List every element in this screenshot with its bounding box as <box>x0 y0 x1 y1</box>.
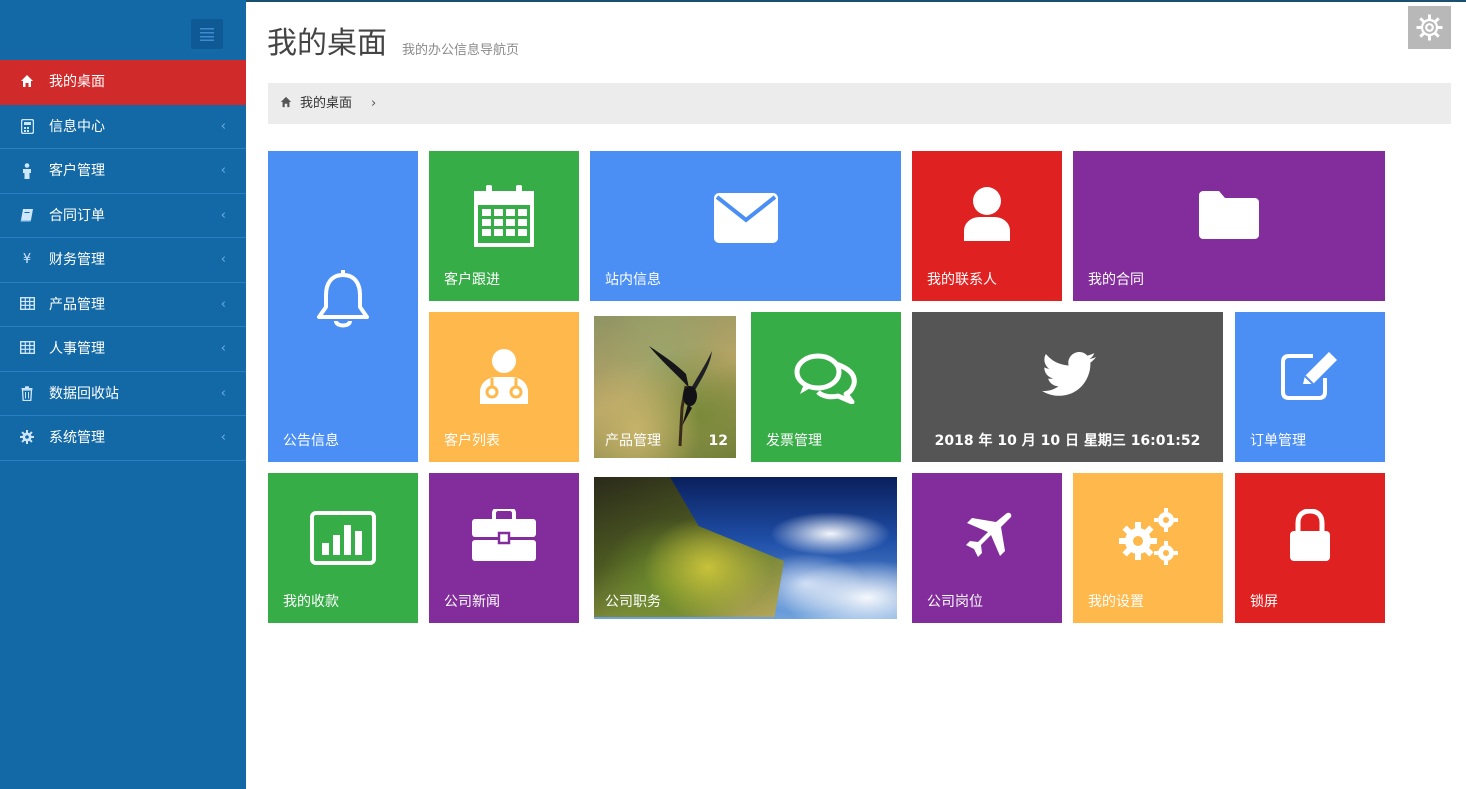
tile-customer-followup[interactable]: 客户跟进 <box>429 151 579 301</box>
sidebar-item-finance[interactable]: ¥ 财务管理 ‹ <box>0 238 246 283</box>
sidebar-item-customers[interactable]: 客户管理 ‹ <box>0 149 246 194</box>
sidebar-item-label: 客户管理 <box>49 163 105 179</box>
plane-icon <box>966 512 1012 557</box>
table-icon <box>19 340 36 357</box>
tile-label: 公司岗位 <box>927 594 983 610</box>
calendar-icon <box>474 185 534 247</box>
tile-company-news[interactable]: 公司新闻 <box>429 473 579 623</box>
bell-icon <box>317 270 369 328</box>
sidebar-toggle-button[interactable] <box>191 19 223 49</box>
tile-label: 我的设置 <box>1088 594 1144 610</box>
sidebar-item-label: 合同订单 <box>49 207 105 224</box>
sidebar-item-label: 财务管理 <box>49 252 105 268</box>
home-icon <box>20 74 34 90</box>
tile-order-mgmt[interactable]: 订单管理 <box>1235 312 1385 462</box>
briefcase-icon <box>472 509 536 561</box>
sidebar-item-label: 信息中心 <box>49 118 105 135</box>
datetime-text: 2018 年 10 月 10 日 星期三 16:01:52 <box>934 433 1201 449</box>
gear-icon <box>20 430 34 446</box>
breadcrumb-separator: › <box>371 96 377 111</box>
tile-product-mgmt[interactable]: 产品管理 12 <box>590 312 740 462</box>
tile-contracts[interactable]: 我的合同 <box>1073 151 1385 301</box>
tile-payments[interactable]: 我的收款 <box>268 473 418 623</box>
sidebar-item-hr[interactable]: 人事管理 ‹ <box>0 327 246 372</box>
chevron-left-icon: ‹ <box>220 118 226 134</box>
lock-icon <box>1290 509 1330 561</box>
tile-contacts[interactable]: 我的联系人 <box>912 151 1062 301</box>
calculator-icon <box>20 118 34 135</box>
sidebar-item-info-center[interactable]: 信息中心 ‹ <box>0 105 246 149</box>
chevron-left-icon: ‹ <box>220 252 226 267</box>
tile-label: 公告信息 <box>283 433 339 449</box>
yen-icon: ¥ <box>22 252 32 267</box>
gears-icon <box>1119 508 1178 565</box>
tile-my-settings[interactable]: 我的设置 <box>1073 473 1223 623</box>
sidebar-item-system[interactable]: 系统管理 ‹ <box>0 416 246 461</box>
tile-label: 站内信息 <box>605 272 661 288</box>
person-icon <box>20 163 34 179</box>
tile-label: 客户跟进 <box>444 272 500 288</box>
tile-label: 产品管理 <box>605 433 661 449</box>
sidebar-item-products[interactable]: 产品管理 ‹ <box>0 283 246 327</box>
tile-label: 我的合同 <box>1088 272 1144 288</box>
sidebar-item-label: 我的桌面 <box>49 74 105 90</box>
trash-icon <box>20 385 34 402</box>
sidebar-menu: 我的桌面 信息中心 ‹ 客户管理 ‹ 合同订单 ‹ ¥ 财务管理 ‹ 产品管理 … <box>0 60 246 461</box>
sidebar-item-label: 系统管理 <box>49 430 105 446</box>
tile-lock-screen[interactable]: 锁屏 <box>1235 473 1385 623</box>
sidebar-item-label: 产品管理 <box>49 296 105 313</box>
tile-announcement[interactable]: 公告信息 <box>268 151 418 462</box>
sidebar: 我的桌面 信息中心 ‹ 客户管理 ‹ 合同订单 ‹ ¥ 财务管理 ‹ 产品管理 … <box>0 0 246 789</box>
tile-label: 锁屏 <box>1250 594 1278 610</box>
table-icon <box>19 296 36 313</box>
settings-button[interactable] <box>1408 6 1451 49</box>
chevron-left-icon: ‹ <box>220 163 226 178</box>
chevron-left-icon: ‹ <box>220 341 226 356</box>
chevron-left-icon: ‹ <box>220 430 226 445</box>
edit-icon <box>1281 352 1337 400</box>
envelope-icon <box>713 193 778 243</box>
tile-label: 我的联系人 <box>927 272 997 288</box>
home-icon <box>280 96 292 108</box>
sidebar-item-label: 人事管理 <box>49 341 105 357</box>
tile-label: 公司新闻 <box>444 594 500 610</box>
folder-icon <box>1199 191 1259 239</box>
tile-label: 订单管理 <box>1250 433 1306 449</box>
menu-icon <box>200 28 214 41</box>
tile-inbox[interactable]: 站内信息 <box>590 151 901 301</box>
chevron-left-icon: ‹ <box>220 385 226 401</box>
tile-customer-list[interactable]: 客户列表 <box>429 312 579 462</box>
tile-datetime[interactable]: 2018 年 10 月 10 日 星期三 16:01:52 <box>912 312 1223 462</box>
chevron-left-icon: ‹ <box>220 207 226 223</box>
page-title: 我的桌面 <box>267 26 387 61</box>
sidebar-item-desktop[interactable]: 我的桌面 <box>0 60 246 105</box>
chat-icon <box>794 353 857 404</box>
tile-label: 客户列表 <box>444 433 500 449</box>
sidebar-item-contracts[interactable]: 合同订单 ‹ <box>0 194 246 238</box>
book-icon <box>20 208 34 224</box>
doctor-icon <box>480 349 528 404</box>
tile-company-duties[interactable]: 公司职务 <box>590 473 901 623</box>
tile-label: 发票管理 <box>766 433 822 449</box>
count-badge: 12 <box>708 433 728 449</box>
sidebar-item-recycle-bin[interactable]: 数据回收站 ‹ <box>0 372 246 416</box>
tile-label: 公司职务 <box>605 594 661 610</box>
tile-invoice-mgmt[interactable]: 发票管理 <box>751 312 901 462</box>
tile-company-posts[interactable]: 公司岗位 <box>912 473 1062 623</box>
twitter-bird-icon <box>1041 352 1096 396</box>
page-subtitle: 我的办公信息导航页 <box>402 43 520 58</box>
gear-icon <box>1416 14 1443 41</box>
breadcrumb-home-link[interactable]: 我的桌面 <box>300 95 352 112</box>
bar-chart-icon <box>310 511 376 565</box>
user-icon <box>964 187 1010 241</box>
tile-label: 我的收款 <box>283 594 339 610</box>
chevron-left-icon: ‹ <box>220 296 226 312</box>
breadcrumb: 我的桌面 › <box>268 83 1451 124</box>
sidebar-item-label: 数据回收站 <box>49 385 119 402</box>
